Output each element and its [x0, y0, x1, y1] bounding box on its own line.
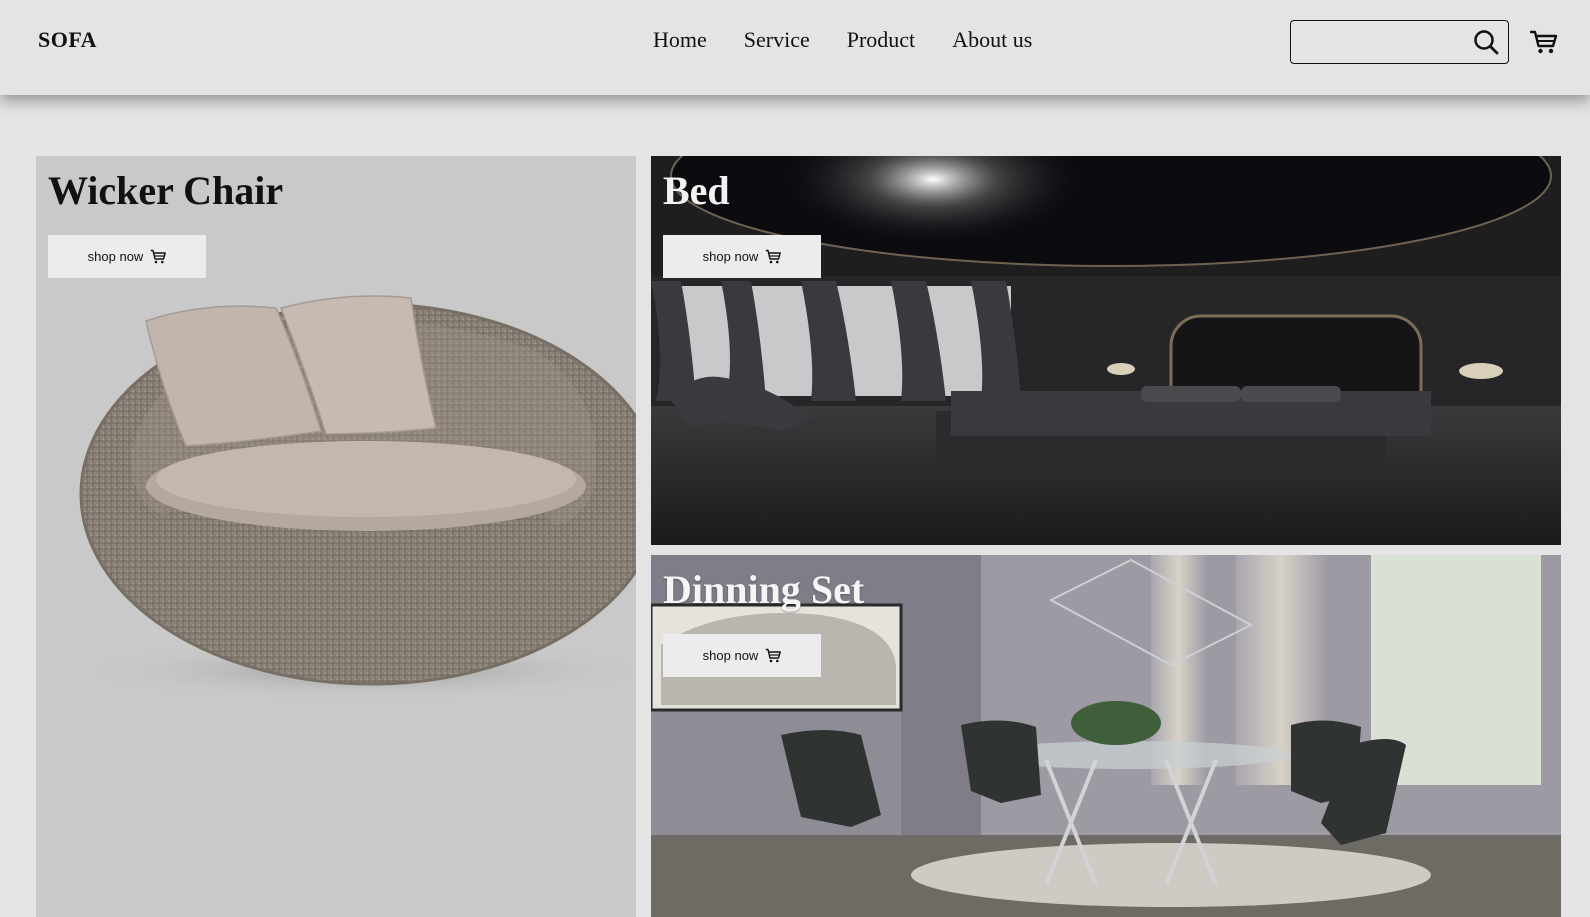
cart-icon [766, 249, 782, 264]
cart-icon[interactable] [1530, 29, 1558, 55]
shop-now-label: shop now [702, 249, 759, 264]
wicker-chair-card[interactable]: Wicker Chair shop now [36, 156, 636, 917]
nav-service[interactable]: Service [744, 27, 810, 53]
top-navbar: SOFA Home Service Product About us [0, 0, 1590, 95]
shop-now-label: shop now [87, 249, 144, 264]
cart-icon [766, 648, 782, 663]
shop-now-button[interactable]: shop now [663, 235, 821, 278]
nav-about-us[interactable]: About us [952, 27, 1032, 53]
shop-now-button[interactable]: shop now [663, 634, 821, 677]
nav-home[interactable]: Home [653, 27, 707, 53]
card-title: Bed [663, 168, 730, 213]
shop-now-button[interactable]: shop now [48, 235, 206, 278]
shop-now-label: shop now [702, 648, 759, 663]
card-title: Wicker Chair [48, 168, 284, 213]
search-input[interactable] [1299, 29, 1464, 55]
card-title: Dinning Set [663, 567, 865, 612]
search-icon[interactable] [1473, 29, 1499, 55]
dining-set-card[interactable]: Dinning Set shop now [651, 555, 1561, 917]
search-box [1290, 20, 1509, 64]
site-logo[interactable]: SOFA [38, 27, 97, 53]
cart-icon [151, 249, 167, 264]
main-nav: Home Service Product About us [653, 27, 1032, 53]
nav-product[interactable]: Product [847, 27, 915, 53]
bed-card[interactable]: Bed shop now [651, 156, 1561, 545]
bed-image [651, 156, 1561, 545]
